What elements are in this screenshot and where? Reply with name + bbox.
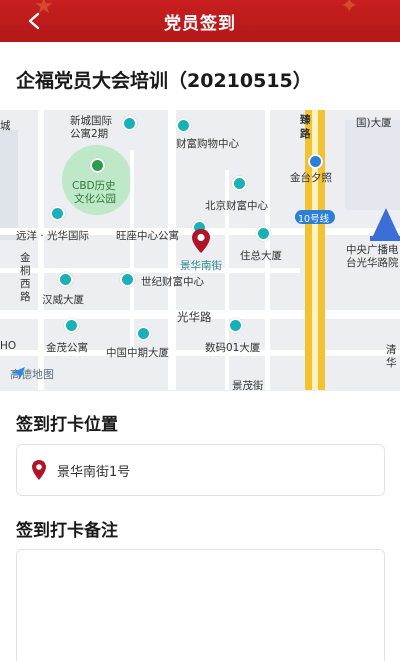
decoration-star-icon: ✦: [340, 0, 359, 19]
checkin-location-value: 景华南街1号: [57, 464, 131, 480]
map-label-guanghua: 光华路: [177, 310, 212, 324]
map-label-beijingcaifu: 北京财富中心: [205, 200, 268, 212]
map-label-caifu: 财富购物中心: [176, 138, 239, 150]
map-label-zhuzong: 住总大厦: [240, 250, 282, 262]
checkin-location-field[interactable]: 景华南街1号: [16, 444, 385, 496]
poi-marker-icon[interactable]: [228, 318, 243, 333]
map-label-yuanyang: 远洋 · 光华国际: [16, 230, 90, 242]
app-header: ★ ✦ 党员签到: [0, 0, 400, 42]
location-pin-icon[interactable]: [191, 228, 211, 254]
amap-logo-icon: [11, 367, 25, 379]
map-label-line10: 10号线: [298, 214, 330, 225]
checkin-note-label: 签到打卡备注: [16, 521, 118, 541]
map-label-lu: 路: [300, 128, 311, 140]
subway-station-icon[interactable]: [308, 154, 323, 169]
map-label-zhongguo: 中国中期大厦: [106, 347, 169, 359]
chevron-left-icon: [28, 12, 40, 30]
map-label-wangzuo: 旺座中心公寓: [116, 230, 179, 242]
map-label-jinmao: 金茂公寓: [46, 342, 88, 354]
poi-marker-icon[interactable]: [58, 272, 73, 287]
map-provider-logo: 高德地图: [10, 366, 54, 382]
map-label-ho: HO: [0, 340, 17, 352]
map-label-cbd2: 文化公园: [74, 193, 116, 205]
map-label-jinghua: 景华南街: [180, 260, 222, 272]
poi-marker-icon[interactable]: [64, 318, 79, 333]
map-label-qing2: 华: [386, 357, 397, 369]
poi-marker-icon[interactable]: [122, 116, 137, 131]
map-label-cctv2: 台光华路院: [346, 257, 399, 269]
poi-marker-icon[interactable]: [136, 326, 151, 341]
location-pin-icon: [32, 460, 46, 480]
map-view[interactable]: 新城国际 公寓2期 财富购物中心 臻 路 国)大厦 城 金台夕照 CBD历史 文…: [0, 110, 400, 390]
map-label-zhen: 臻: [300, 114, 311, 126]
map-label-hanwei: 汉威大厦: [42, 294, 84, 306]
checkin-location-label: 签到打卡位置: [16, 415, 118, 435]
event-title: 企福党员大会培训（20210515）: [16, 70, 312, 92]
back-button[interactable]: [22, 9, 46, 33]
park-marker-icon[interactable]: [90, 158, 105, 173]
map-label-guomao: 国)大厦: [356, 117, 392, 129]
divider: [0, 390, 400, 391]
map-label-shuma: 数码01大厦: [205, 342, 261, 354]
map-label-jintaixizhao: 金台夕照: [290, 172, 332, 184]
map-label-newtown2: 公寓2期: [70, 128, 109, 140]
checkin-note-input[interactable]: [16, 549, 385, 661]
page-title: 党员签到: [164, 13, 236, 34]
map-label-cheng: 城: [0, 120, 11, 132]
map-label-jingmao: 景茂街: [232, 380, 264, 390]
map-label-century: 世纪财富中心: [141, 276, 204, 288]
poi-marker-icon[interactable]: [232, 176, 247, 191]
poi-marker-icon[interactable]: [120, 272, 135, 287]
poi-marker-icon[interactable]: [176, 118, 191, 133]
poi-marker-icon[interactable]: [256, 226, 271, 241]
map-label-jin4: 路: [20, 291, 31, 303]
poi-marker-icon[interactable]: [50, 206, 65, 221]
